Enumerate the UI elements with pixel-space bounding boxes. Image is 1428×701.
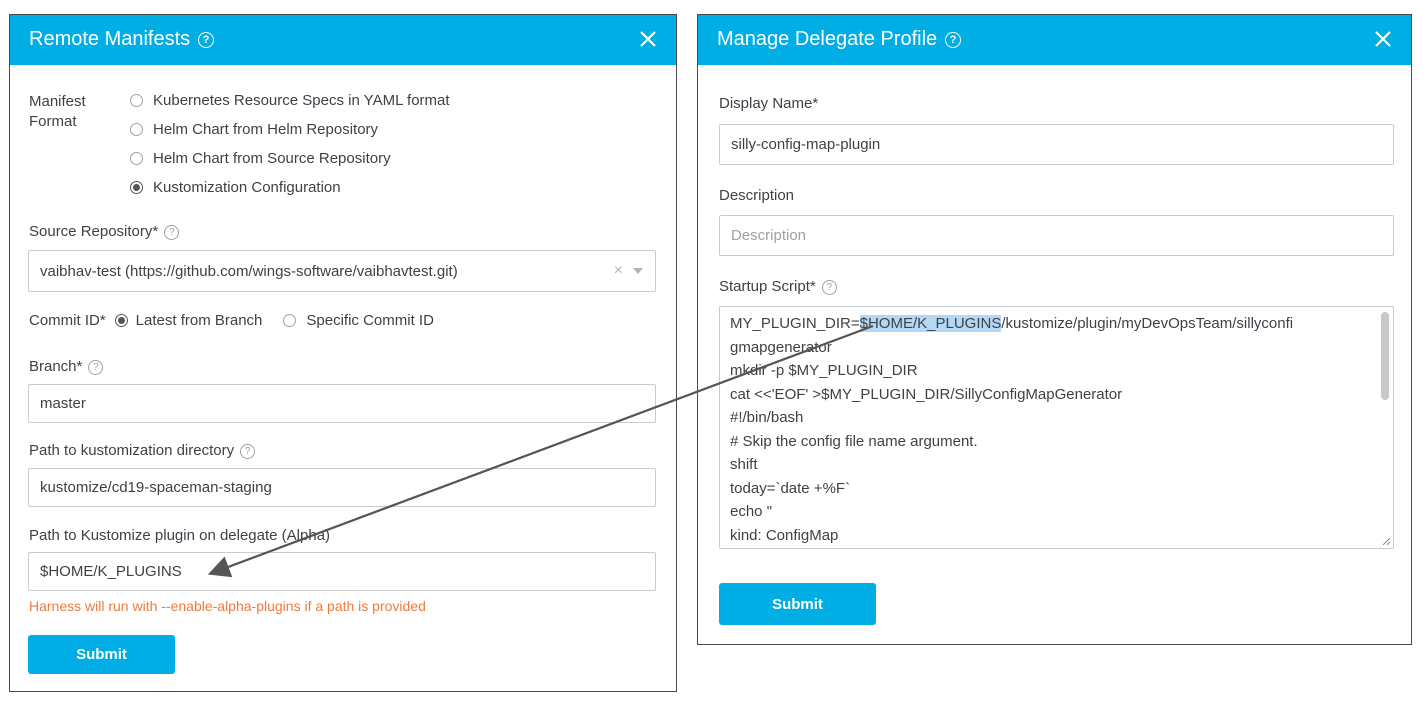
annotation-arrow: [207, 324, 874, 578]
